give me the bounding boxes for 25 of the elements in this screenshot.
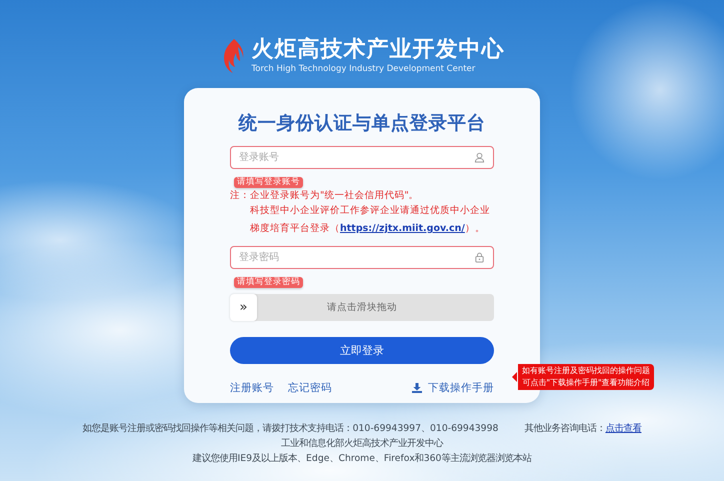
error-message: 请填写登录账号 (234, 177, 303, 188)
help-tooltip: 如有账号注册及密码找回的操作问题 可点击"下载操作手册"查看功能介绍 (512, 364, 654, 390)
lock-icon (474, 252, 485, 263)
notice-text: 科技型中小企业评价工作参评企业请通过优质中小企业梯度培育平台登录（https://zjtx.miit.gov.cn/）。 (250, 204, 491, 236)
logo-subtitle: Torch High Technology Industry Development Center (252, 64, 476, 75)
platform-link[interactable]: https://zjtx.miit.gov.cn/ (340, 223, 465, 234)
account-field[interactable]: 登录账号 (230, 146, 494, 169)
download-manual-link[interactable]: 下载操作手册 (412, 381, 494, 395)
logo-title: 火炬高技术产业开发中心 (252, 36, 504, 64)
login-button[interactable]: 立即登录 (230, 337, 494, 364)
account-link[interactable]: 注册账号 (230, 381, 274, 395)
organization-text: 工业和信息化部火炬高技术产业开发中心 (281, 437, 443, 451)
account-note: 注：企业登录账号为"统一社会信用代码"。 (230, 189, 420, 202)
support-text: 如您是账号注册或密码找回操作等相关问题，请拨打技术支持电话：010-69943997、010-69943998 (82, 422, 498, 436)
login-title: 统一身份认证与单点登录平台 (237, 112, 486, 136)
slider-handle[interactable]: » (230, 294, 257, 321)
account-link[interactable]: 忘记密码 (288, 381, 332, 395)
browser-advice-text: 建议您使用IE9及以上版本、Edge、Chrome、Firefox和360等主流浏览器浏览本站 (192, 452, 532, 466)
user-icon (474, 152, 485, 163)
slider-hint: 请点击滑块拖动 (327, 301, 397, 314)
download-icon (412, 383, 422, 393)
consult-text: 其他业务咨询电话：点击查看 (524, 422, 642, 436)
error-message: 请填写登录密码 (234, 277, 303, 288)
view-link[interactable]: 点击查看 (605, 423, 642, 434)
password-field[interactable]: 登录密码 (230, 246, 494, 269)
